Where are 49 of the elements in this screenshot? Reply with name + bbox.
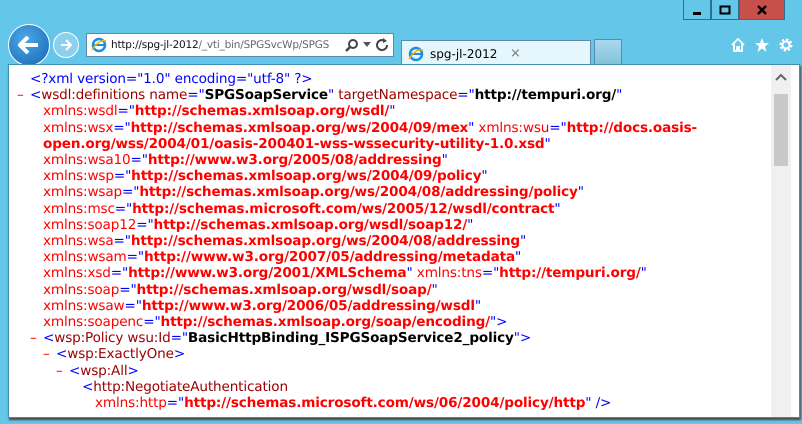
star-icon[interactable]	[754, 37, 770, 53]
arrow-right-icon	[60, 39, 72, 51]
xml-line: <wsdl:definitions name="SPGSoapService" targetNamespace="http://tempuri.org/"	[30, 87, 622, 104]
collapse-toggle[interactable]: –	[56, 362, 69, 379]
collapse-toggle[interactable]: –	[30, 330, 43, 346]
browser-tab[interactable]: spg-jl-2012 ×	[401, 40, 591, 66]
tab-close-button[interactable]: ×	[510, 46, 584, 61]
scrollbar[interactable]	[771, 65, 791, 417]
xml-line: xmlns:soapenc="http://schemas.xmlsoap.org/soap/encoding/">	[42, 314, 508, 330]
xml-line: xmlns:wsx="http://schemas.xmlsoap.org/ws/2004/09/mex" xmlns:wsu="http://docs.oasis-	[42, 120, 698, 136]
refresh-icon[interactable]	[375, 38, 389, 52]
scroll-up-icon[interactable]	[775, 73, 787, 81]
minimize-icon	[693, 12, 701, 14]
xml-line: xmlns:wsap="http://schemas.xmlsoap.org/ws/2004/08/addressing/policy"	[42, 184, 584, 201]
xml-line: <http:NegotiateAuthentication	[82, 378, 288, 396]
collapse-toggle[interactable]: –	[17, 87, 30, 104]
xml-line: xmlns:wsam="http://www.w3.org/2007/05/addressing/metadata"	[42, 249, 522, 266]
scrollbar-thumb[interactable]	[774, 94, 788, 166]
globe-e-icon	[408, 46, 424, 62]
maximize-button[interactable]	[711, 0, 739, 20]
xml-line: xmlns:wsdl="http://schemas.xmlsoap.org/wsdl/"	[42, 103, 396, 120]
collapse-toggle[interactable]: –	[43, 346, 56, 363]
xml-line: <wsp:All>	[69, 362, 139, 379]
xml-line: <wsp:ExactlyOne>	[56, 346, 186, 363]
xml-line: xmlns:wsa10="http://www.w3.org/2005/08/addressing"	[42, 152, 448, 168]
xml-line: open.org/wss/2004/01/oasis-200401-wss-wssecurity-utility-1.0.xsd"	[42, 136, 551, 152]
xml-line: <wsp:Policy wsu:Id="BasicHttpBinding_ISPGSoapService2_policy">	[43, 330, 532, 346]
back-button[interactable]	[8, 24, 50, 66]
arrow-left-icon	[18, 36, 40, 54]
xml-line: xmlns:wsaw="http://www.w3.org/2006/05/addressing/wsdl"	[42, 298, 481, 314]
xml-line: <?xml version="1.0" encoding="utf-8" ?>	[30, 71, 313, 88]
maximize-icon	[719, 4, 731, 14]
xml-line: xmlns:http="http://schemas.microsoft.com/ws/06/2004/policy/http" />	[94, 395, 612, 412]
close-button[interactable]	[739, 0, 785, 20]
address-bar[interactable]: http://spg-jl-2012/_vti_bin/SPGSvcWp/SPGS	[86, 33, 394, 57]
xml-line: xmlns:xsd="http://www.w3.org/2001/XMLSchema" xmlns:tns="http://tempuri.org/"	[42, 265, 647, 282]
minimize-button[interactable]	[683, 0, 711, 20]
xml-line: xmlns:wsp="http://schemas.xmlsoap.org/ws/2004/09/policy"	[42, 168, 488, 184]
xml-line: xmlns:wsa="http://schemas.xmlsoap.org/ws/2004/08/addressing"	[42, 233, 526, 250]
xml-line: xmlns:msc="http://schemas.microsoft.com/ws/2005/12/wsdl/contract"	[42, 200, 560, 217]
new-tab-button[interactable]	[594, 39, 622, 66]
search-icon[interactable]	[345, 38, 359, 52]
close-icon	[757, 4, 767, 14]
xml-line: xmlns:soap="http://schemas.xmlsoap.org/wsdl/soap/"	[42, 282, 438, 298]
url-text: http://spg-jl-2012/_vti_bin/SPGSvcWp/SPGS	[111, 39, 330, 51]
caret-icon[interactable]	[363, 42, 371, 48]
globe-e-icon	[91, 37, 107, 53]
tab-title: spg-jl-2012	[430, 46, 498, 60]
xml-line: xmlns:soap12="http://schemas.xmlsoap.org/wsdl/soap12/"	[42, 216, 474, 234]
